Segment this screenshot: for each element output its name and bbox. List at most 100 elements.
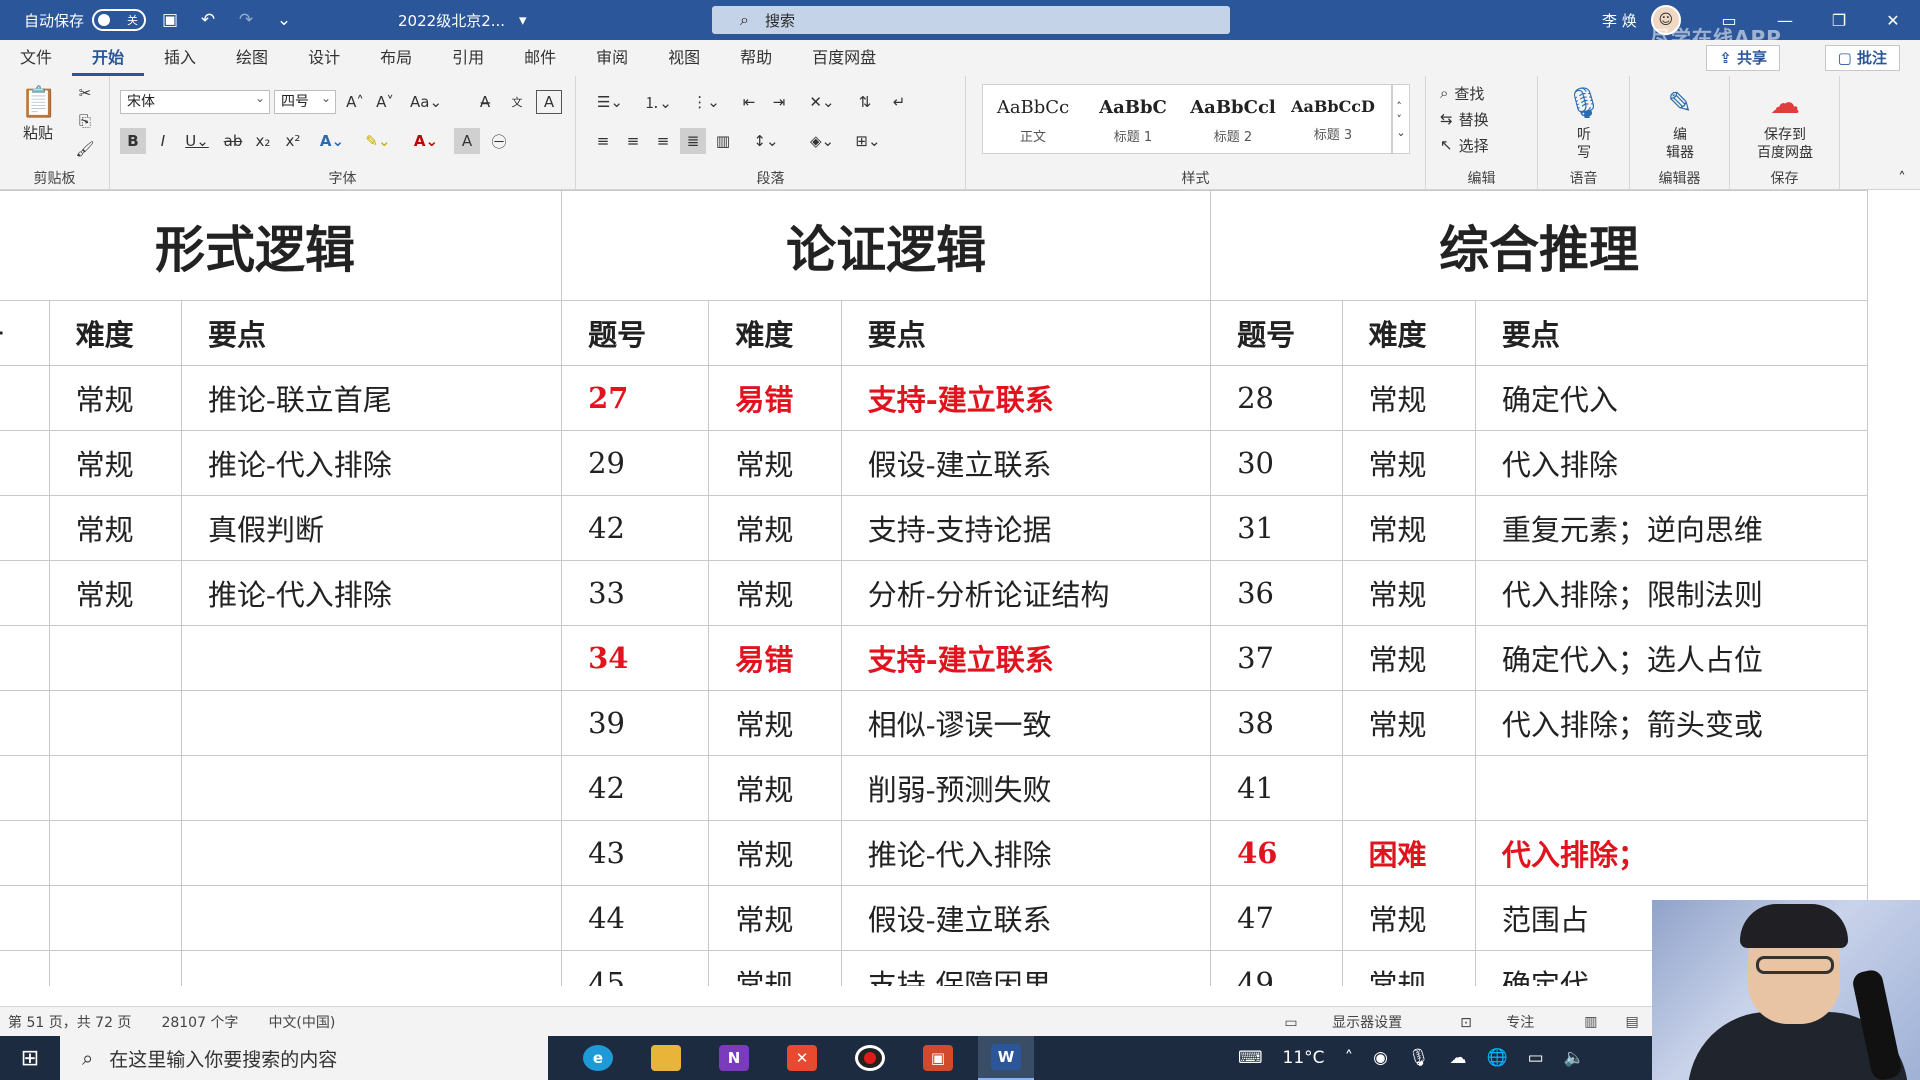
xmind-icon[interactable]: ✕ xyxy=(774,1036,830,1080)
cut-icon[interactable]: ✂ xyxy=(72,82,98,104)
align-right-icon[interactable]: ≡ xyxy=(650,128,676,154)
cell-formal-difficulty[interactable] xyxy=(48,755,182,821)
tab-file[interactable]: 文件 xyxy=(0,40,72,76)
format-painter-icon[interactable]: 🖌 xyxy=(72,138,98,160)
cell-comprehensive-number[interactable]: 37 xyxy=(1210,625,1343,691)
onenote-icon[interactable]: N xyxy=(706,1036,762,1080)
cell-argument-difficulty[interactable]: 常规 xyxy=(708,950,842,986)
globe-icon[interactable]: 🌐 xyxy=(1487,1048,1508,1068)
distributed-icon[interactable]: ▥ xyxy=(710,128,736,154)
cell-comprehensive-key-point[interactable]: 重复元素；逆向思维 xyxy=(1474,495,1869,561)
cell-argument-number[interactable]: 43 xyxy=(561,820,710,886)
cell-argument-key-point[interactable]: 削弱-预测失败 xyxy=(840,755,1212,821)
cell-argument-key-point[interactable]: 假设-建立联系 xyxy=(840,430,1212,496)
tab-home[interactable]: 开始 xyxy=(72,40,145,76)
cell-formal-difficulty[interactable]: 常规 xyxy=(48,560,182,626)
cell-formal-key-point[interactable] xyxy=(180,690,563,756)
cell-argument-difficulty[interactable]: 常规 xyxy=(708,430,842,496)
cell-argument-key-point[interactable]: 支持-建立联系 xyxy=(840,365,1212,431)
cell-argument-difficulty[interactable]: 常规 xyxy=(708,560,842,626)
cell-comprehensive-difficulty[interactable]: 常规 xyxy=(1341,495,1476,561)
text-effects-icon[interactable]: A⌄ xyxy=(314,128,350,154)
cell-comprehensive-key-point[interactable]: 代入排除； xyxy=(1474,820,1869,886)
cell-comprehensive-number[interactable]: 28 xyxy=(1210,365,1343,431)
cell-comprehensive-difficulty[interactable] xyxy=(1341,755,1476,821)
battery-icon[interactable]: ▭ xyxy=(1528,1048,1544,1068)
cell-formal-difficulty[interactable] xyxy=(48,690,182,756)
cell-argument-difficulty[interactable]: 易错 xyxy=(708,625,842,691)
cell-argument-difficulty[interactable]: 常规 xyxy=(708,755,842,821)
document-title[interactable]: 2022级北京2... ▾ xyxy=(398,10,527,31)
font-color-icon[interactable]: A⌄ xyxy=(406,128,446,154)
cell-formal-key-point[interactable]: 推论-代入排除 xyxy=(180,430,563,496)
bold-icon[interactable]: B xyxy=(120,128,146,154)
cell-formal-key-point[interactable] xyxy=(180,625,563,691)
cell-formal-difficulty[interactable] xyxy=(48,625,182,691)
cell-argument-number[interactable]: 34 xyxy=(561,625,710,691)
paste-button[interactable]: 粘贴 xyxy=(10,122,66,142)
cell-formal-number[interactable] xyxy=(0,950,50,986)
borders-icon[interactable]: ⊞⌄ xyxy=(848,128,888,154)
cell-formal-difficulty[interactable] xyxy=(48,885,182,951)
style-normal[interactable]: AaBbCc 正文 xyxy=(983,85,1083,153)
cell-comprehensive-number[interactable]: 36 xyxy=(1210,560,1343,626)
cell-argument-number[interactable]: 42 xyxy=(561,755,710,821)
cell-comprehensive-key-point[interactable]: 代入排除；限制法则 xyxy=(1474,560,1869,626)
minimize-icon[interactable]: — xyxy=(1760,0,1810,40)
cell-argument-number[interactable]: 27 xyxy=(561,365,710,431)
cell-comprehensive-number[interactable]: 47 xyxy=(1210,885,1343,951)
clear-format-icon[interactable]: A̶ xyxy=(472,90,498,114)
copy-icon[interactable]: ⎘ xyxy=(72,110,98,132)
undo-icon[interactable]: ↶ xyxy=(194,6,222,34)
cell-formal-number[interactable] xyxy=(0,690,50,756)
cell-argument-number[interactable]: 44 xyxy=(561,885,710,951)
character-border-icon[interactable]: A xyxy=(536,90,562,114)
superscript-icon[interactable]: x² xyxy=(280,128,306,154)
recorder-icon[interactable] xyxy=(842,1036,898,1080)
customize-quick-access-icon[interactable]: ⌄ xyxy=(270,6,298,34)
autosave-control[interactable]: 自动保存 关 xyxy=(24,9,147,31)
underline-icon[interactable]: U⌄ xyxy=(180,128,214,154)
cell-formal-key-point[interactable]: 推论-代入排除 xyxy=(180,560,563,626)
cell-comprehensive-difficulty[interactable]: 常规 xyxy=(1341,365,1476,431)
cell-formal-difficulty[interactable]: 常规 xyxy=(48,365,182,431)
cell-argument-key-point[interactable]: 推论-代入排除 xyxy=(840,820,1212,886)
style-heading-2[interactable]: AaBbCcl 标题 2 xyxy=(1183,85,1283,153)
keyboard-icon[interactable]: ⌨ xyxy=(1238,1048,1263,1068)
cell-argument-number[interactable]: 39 xyxy=(561,690,710,756)
microphone-icon[interactable]: 🎙 xyxy=(1408,1048,1430,1068)
strikethrough-icon[interactable]: ab xyxy=(220,128,246,154)
highlight-color-icon[interactable]: ✎⌄ xyxy=(358,128,398,154)
multilevel-list-icon[interactable]: ⋮⌄ xyxy=(686,90,726,114)
tab-view[interactable]: 视图 xyxy=(648,40,720,76)
cell-argument-key-point[interactable]: 支持-建立联系 xyxy=(840,625,1212,691)
paste-icon[interactable]: 📋 xyxy=(16,82,62,122)
font-name-select[interactable]: 宋体 xyxy=(120,87,270,114)
redo-icon[interactable]: ↷ xyxy=(232,6,260,34)
tab-insert[interactable]: 插入 xyxy=(144,40,216,76)
cell-comprehensive-number[interactable]: 49 xyxy=(1210,950,1343,986)
tab-draw[interactable]: 绘图 xyxy=(216,40,288,76)
cell-comprehensive-difficulty[interactable]: 常规 xyxy=(1341,950,1476,986)
select-button[interactable]: ↖ 选择 xyxy=(1440,134,1530,156)
autosave-toggle[interactable]: 关 xyxy=(92,9,147,31)
cell-comprehensive-difficulty[interactable]: 常规 xyxy=(1341,560,1476,626)
cell-formal-number[interactable] xyxy=(0,365,50,431)
tab-help[interactable]: 帮助 xyxy=(720,40,792,76)
cell-formal-key-point[interactable] xyxy=(180,950,563,986)
align-left-icon[interactable]: ≡ xyxy=(590,128,616,154)
cell-comprehensive-key-point[interactable] xyxy=(1474,755,1869,821)
justify-icon[interactable]: ≣ xyxy=(680,128,706,154)
language-indicator[interactable]: 中文(中国) xyxy=(268,1012,335,1032)
bullets-icon[interactable]: ☰⌄ xyxy=(590,90,630,114)
cell-comprehensive-number[interactable]: 46 xyxy=(1210,820,1343,886)
save-to-netdisk-button[interactable]: ☁ 保存到 百度网盘 xyxy=(1742,82,1828,162)
cell-argument-difficulty[interactable]: 常规 xyxy=(708,495,842,561)
display-settings-button[interactable]: ▭ 显示器设置 xyxy=(1276,1012,1424,1032)
character-shading-icon[interactable]: A xyxy=(454,128,480,154)
numbering-icon[interactable]: ⒈⌄ xyxy=(638,90,678,114)
cell-formal-key-point[interactable]: 真假判断 xyxy=(180,495,563,561)
line-spacing-icon[interactable]: ↕⌄ xyxy=(746,128,786,154)
cell-argument-difficulty[interactable]: 常规 xyxy=(708,885,842,951)
cell-comprehensive-number[interactable]: 31 xyxy=(1210,495,1343,561)
